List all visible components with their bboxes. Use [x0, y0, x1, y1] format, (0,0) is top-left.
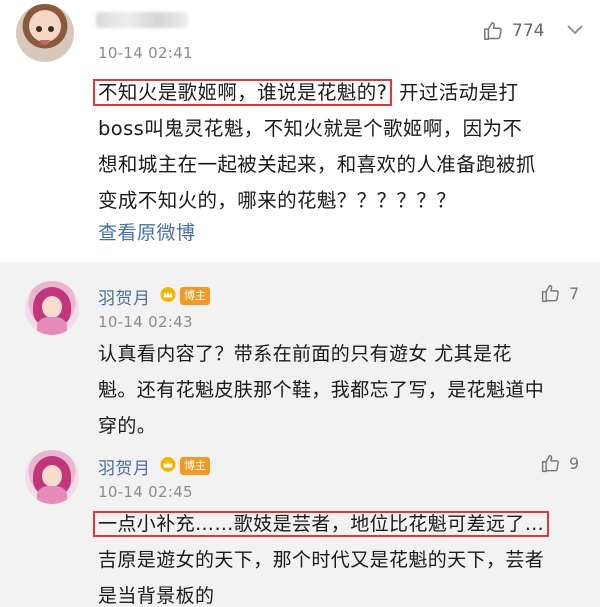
avatar-dress — [37, 486, 67, 504]
reply-text: 一点小补充……歌妓是芸者，地位比花魁可差远了… 吉原是遊女的天下，那个时代又是花… — [93, 506, 568, 607]
chevron-down-icon[interactable] — [566, 24, 584, 36]
reply-line: 魁。还有花魁皮肤那个鞋，我都忘了写，是花魁道中 — [98, 379, 545, 401]
avatar-mouth — [40, 40, 50, 45]
blogger-badge: 博主 — [180, 457, 210, 475]
highlighted-text: 一点小补充……歌妓是芸者，地位比花魁可差远了… — [93, 511, 550, 537]
crown-icon — [160, 457, 176, 472]
avatar-eye — [36, 26, 42, 32]
comment-line-rest: 开过活动是打 — [398, 81, 519, 104]
thumbs-up-icon — [484, 22, 502, 40]
highlighted-text: 不知火是歌姬啊，谁说是花魁的? — [93, 79, 393, 106]
avatar-face — [42, 465, 62, 487]
view-original-link[interactable]: 查看原微博 — [98, 218, 196, 245]
like-count: 9 — [569, 454, 580, 473]
comment-line: boss叫鬼灵花魁，不知火就是个歌姬啊，因为不 — [98, 117, 523, 140]
like-button[interactable]: 774 — [482, 20, 544, 42]
blogger-badge: 博主 — [180, 287, 210, 305]
reply-text: 认真看内容了？带系在前面的只有遊女 尤其是花 魁。还有花魁皮肤那个鞋，我都忘了写… — [98, 336, 568, 444]
comment-line: 想和城主在一起被关起来，和喜欢的人准备跑被抓 — [98, 153, 536, 176]
avatar[interactable] — [16, 4, 74, 62]
timestamp: 10-14 02:41 — [98, 44, 193, 62]
thumbs-up-icon — [541, 454, 559, 473]
like-button[interactable]: 9 — [540, 453, 579, 474]
avatar-eye — [48, 26, 54, 32]
timestamp: 10-14 02:43 — [98, 313, 193, 331]
avatar-face — [42, 296, 62, 318]
reply-line: 认真看内容了？带系在前面的只有遊女 尤其是花 — [98, 343, 512, 365]
comment-text: 不知火是歌姬啊，谁说是花魁的? 开过活动是打 boss叫鬼灵花魁，不知火就是个歌… — [93, 75, 568, 219]
username-blurred — [96, 12, 188, 28]
main-comment: 10-14 02:41 774 不知火是歌姬啊，谁说是花魁的? 开过活动是打 b… — [0, 0, 600, 262]
comment-line: 变成不知火的，哪来的花魁？？？？？？ — [98, 189, 457, 212]
reply-line: 一点小补充……歌妓是芸者，地位比花魁可差远了… — [93, 506, 568, 542]
comment-line: 不知火是歌姬啊，谁说是花魁的? 开过活动是打 — [93, 75, 568, 111]
avatar[interactable] — [25, 450, 79, 504]
like-button[interactable]: 7 — [540, 283, 579, 304]
crown-icon — [160, 287, 176, 302]
reply-username[interactable]: 羽贺月 — [98, 284, 151, 309]
thumbs-up-icon — [541, 284, 559, 303]
reply-username[interactable]: 羽贺月 — [98, 454, 151, 479]
reply-line: 穿的。 — [98, 415, 157, 437]
reply-line: 是当背景板的 — [98, 585, 215, 607]
timestamp: 10-14 02:45 — [98, 483, 193, 501]
avatar[interactable] — [25, 281, 79, 335]
avatar-dress — [37, 317, 67, 335]
replies-section: 羽贺月 博主 10-14 02:43 7 认真看内容了？带系在前面的只有遊女 尤… — [0, 262, 600, 607]
reply-line: 吉原是遊女的天下，那个时代又是花魁的天下，芸者 — [98, 549, 545, 571]
like-count: 774 — [512, 21, 545, 41]
like-count: 7 — [569, 284, 580, 303]
